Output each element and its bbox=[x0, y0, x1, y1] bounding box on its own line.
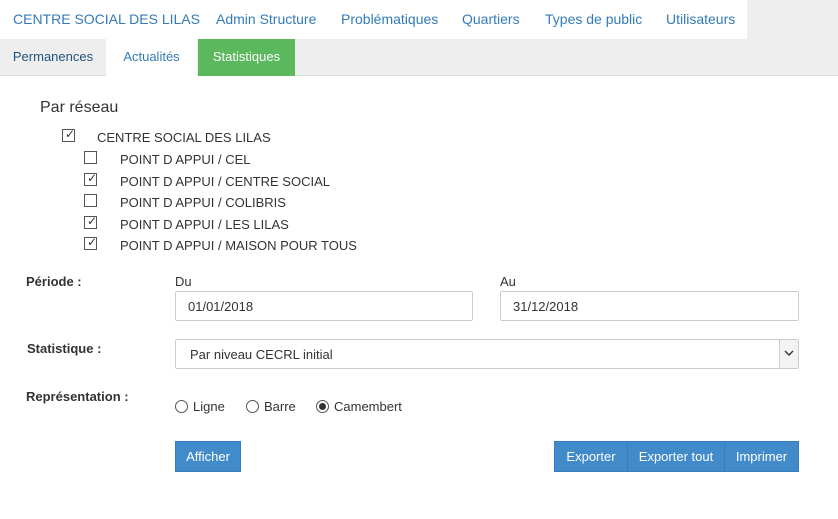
check-icon: ✓ bbox=[87, 235, 98, 249]
export-button[interactable]: Exporter bbox=[554, 441, 628, 472]
checkbox-point-appui-maison-pour-tous[interactable]: ✓ bbox=[84, 235, 98, 250]
chevron-down-icon bbox=[784, 350, 794, 356]
radio-ligne[interactable] bbox=[175, 400, 188, 413]
nav-item-types-de-public[interactable]: Types de public bbox=[545, 11, 642, 27]
print-button[interactable]: Imprimer bbox=[724, 441, 799, 472]
tab-permanences[interactable]: Permanences bbox=[0, 39, 106, 75]
tab-statistiques[interactable]: Statistiques bbox=[198, 39, 295, 76]
nav-item-utilisateurs[interactable]: Utilisateurs bbox=[666, 11, 735, 27]
checkbox-label: POINT D APPUI / COLIBRIS bbox=[120, 195, 286, 210]
check-icon: ✓ bbox=[87, 171, 98, 185]
period-from-label: Du bbox=[175, 274, 192, 289]
radio-barre-label: Barre bbox=[264, 399, 296, 414]
checkbox-point-appui-cel[interactable] bbox=[84, 151, 97, 164]
checkbox-point-appui-centre-social[interactable]: ✓ bbox=[84, 171, 98, 186]
export-all-button[interactable]: Exporter tout bbox=[627, 441, 725, 472]
top-navigation: CENTRE SOCIAL DES LILAS Admin Structure … bbox=[0, 0, 838, 39]
radio-camembert-label: Camembert bbox=[334, 399, 402, 414]
radio-selected-dot bbox=[319, 403, 326, 410]
radio-camembert[interactable] bbox=[316, 400, 329, 413]
period-to-input[interactable] bbox=[500, 291, 799, 321]
nav-item-problematiques[interactable]: Problématiques bbox=[341, 11, 438, 27]
period-from-input[interactable] bbox=[175, 291, 473, 321]
statistic-label: Statistique : bbox=[27, 341, 102, 356]
checkbox-label: POINT D APPUI / MAISON POUR TOUS bbox=[120, 238, 357, 253]
radio-ligne-label: Ligne bbox=[193, 399, 225, 414]
dropdown-arrow[interactable] bbox=[779, 340, 798, 368]
checkbox-root-network[interactable]: ✓ bbox=[62, 127, 76, 142]
period-label: Période : bbox=[26, 274, 82, 289]
radio-barre[interactable] bbox=[246, 400, 259, 413]
network-section-title: Par réseau bbox=[40, 99, 119, 116]
top-navigation-bar: CENTRE SOCIAL DES LILAS Admin Structure … bbox=[0, 0, 747, 39]
nav-item-quartiers[interactable]: Quartiers bbox=[462, 11, 520, 27]
checkbox-label: POINT D APPUI / CENTRE SOCIAL bbox=[120, 174, 330, 189]
period-to-label: Au bbox=[500, 274, 516, 289]
check-icon: ✓ bbox=[65, 127, 76, 141]
check-icon: ✓ bbox=[87, 214, 98, 228]
sub-navigation: Permanences Actualités Statistiques bbox=[0, 39, 838, 76]
checkbox-root-label: CENTRE SOCIAL DES LILAS bbox=[97, 130, 271, 145]
tab-actualites[interactable]: Actualités bbox=[106, 39, 197, 76]
checkbox-point-appui-les-lilas[interactable]: ✓ bbox=[84, 214, 98, 229]
nav-item-structure[interactable]: CENTRE SOCIAL DES LILAS bbox=[13, 11, 200, 27]
show-button[interactable]: Afficher bbox=[175, 441, 241, 472]
statistic-select[interactable]: Par niveau CECRL initial bbox=[175, 339, 799, 369]
checkbox-label: POINT D APPUI / LES LILAS bbox=[120, 217, 289, 232]
representation-label: Représentation : bbox=[26, 389, 129, 404]
checkbox-point-appui-colibris[interactable] bbox=[84, 194, 97, 207]
statistic-selected-value: Par niveau CECRL initial bbox=[190, 347, 333, 362]
checkbox-label: POINT D APPUI / CEL bbox=[120, 152, 251, 167]
nav-item-admin-structure[interactable]: Admin Structure bbox=[216, 11, 316, 27]
